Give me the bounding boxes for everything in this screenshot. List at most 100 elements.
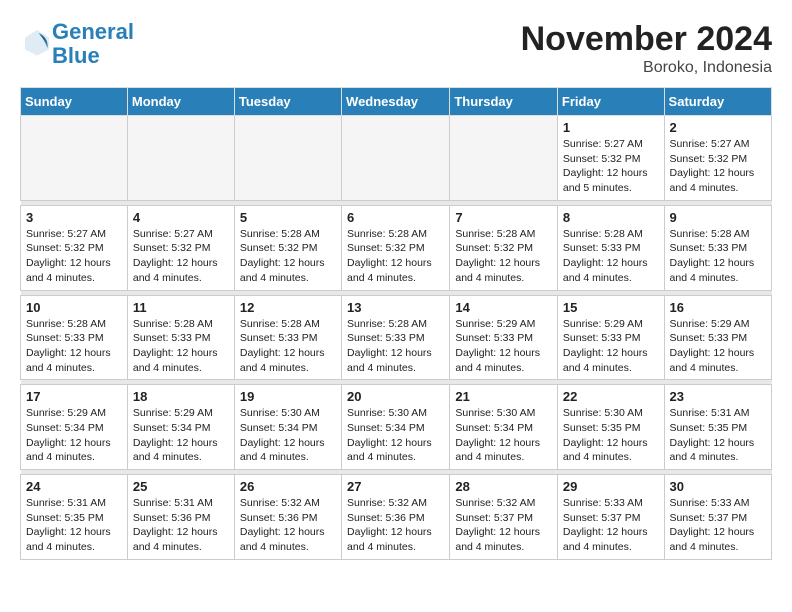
weekday-header-friday: Friday (557, 88, 664, 116)
calendar-cell (21, 116, 128, 201)
week-row-1: 1 Sunrise: 5:27 AMSunset: 5:32 PMDaylight… (21, 116, 772, 201)
day-number: 23 (670, 389, 766, 404)
calendar-cell: 30 Sunrise: 5:33 AMSunset: 5:37 PMDayligh… (664, 475, 771, 560)
day-info: Sunrise: 5:32 AMSunset: 5:36 PMDaylight:… (240, 496, 336, 555)
day-number: 4 (133, 210, 229, 225)
calendar-cell: 12Sunrise: 5:28 AMSunset: 5:33 PMDayligh… (234, 295, 341, 380)
weekday-header-thursday: Thursday (450, 88, 558, 116)
day-number: 30 (670, 479, 766, 494)
day-info: Sunrise: 5:32 AMSunset: 5:36 PMDaylight:… (347, 496, 444, 555)
logo: GeneralBlue (20, 20, 134, 68)
day-info: Sunrise: 5:27 AMSunset: 5:32 PMDaylight:… (563, 137, 659, 196)
day-info: Sunrise: 5:30 AMSunset: 5:34 PMDaylight:… (347, 406, 444, 465)
day-info: Sunrise: 5:32 AMSunset: 5:37 PMDaylight:… (455, 496, 552, 555)
month-title: November 2024 (521, 20, 772, 59)
day-number: 10 (26, 300, 122, 315)
day-info: Sunrise: 5:28 AMSunset: 5:32 PMDaylight:… (240, 227, 336, 286)
day-info: Sunrise: 5:30 AMSunset: 5:34 PMDaylight:… (455, 406, 552, 465)
day-number: 16 (670, 300, 766, 315)
weekday-header-row: SundayMondayTuesdayWednesdayThursdayFrid… (21, 88, 772, 116)
calendar-cell: 28 Sunrise: 5:32 AMSunset: 5:37 PMDayligh… (450, 475, 558, 560)
day-number: 15 (563, 300, 659, 315)
day-number: 1 (563, 120, 659, 135)
week-row-4: 17 Sunrise: 5:29 AMSunset: 5:34 PMDayligh… (21, 385, 772, 470)
calendar-cell: 18Sunrise: 5:29 AMSunset: 5:34 PMDayligh… (127, 385, 234, 470)
calendar-cell: 22 Sunrise: 5:30 AMSunset: 5:35 PMDayligh… (557, 385, 664, 470)
day-number: 24 (26, 479, 122, 494)
day-info: Sunrise: 5:27 AMSunset: 5:32 PMDaylight:… (670, 137, 766, 196)
day-number: 14 (455, 300, 552, 315)
day-info: Sunrise: 5:28 AMSunset: 5:33 PMDaylight:… (26, 317, 122, 376)
day-info: Sunrise: 5:28 AMSunset: 5:33 PMDaylight:… (347, 317, 444, 376)
calendar-cell: 1 Sunrise: 5:27 AMSunset: 5:32 PMDaylight… (557, 116, 664, 201)
calendar-cell: 2 Sunrise: 5:27 AMSunset: 5:32 PMDaylight… (664, 116, 771, 201)
day-info: Sunrise: 5:30 AMSunset: 5:35 PMDaylight:… (563, 406, 659, 465)
day-info: Sunrise: 5:33 AMSunset: 5:37 PMDaylight:… (563, 496, 659, 555)
calendar-cell (342, 116, 450, 201)
day-info: Sunrise: 5:28 AMSunset: 5:32 PMDaylight:… (347, 227, 444, 286)
weekday-header-monday: Monday (127, 88, 234, 116)
day-number: 3 (26, 210, 122, 225)
title-block: November 2024 Boroko, Indonesia (521, 20, 772, 77)
day-number: 22 (563, 389, 659, 404)
day-number: 17 (26, 389, 122, 404)
calendar-cell: 23 Sunrise: 5:31 AMSunset: 5:35 PMDayligh… (664, 385, 771, 470)
calendar-cell: 26Sunrise: 5:32 AMSunset: 5:36 PMDayligh… (234, 475, 341, 560)
day-info: Sunrise: 5:28 AMSunset: 5:33 PMDaylight:… (563, 227, 659, 286)
calendar-cell: 6 Sunrise: 5:28 AMSunset: 5:32 PMDaylight… (342, 205, 450, 290)
calendar-cell: 21Sunrise: 5:30 AMSunset: 5:34 PMDayligh… (450, 385, 558, 470)
day-info: Sunrise: 5:30 AMSunset: 5:34 PMDaylight:… (240, 406, 336, 465)
weekday-header-sunday: Sunday (21, 88, 128, 116)
calendar-cell: 9Sunrise: 5:28 AMSunset: 5:33 PMDaylight… (664, 205, 771, 290)
day-info: Sunrise: 5:27 AMSunset: 5:32 PMDaylight:… (26, 227, 122, 286)
day-info: Sunrise: 5:31 AMSunset: 5:35 PMDaylight:… (26, 496, 122, 555)
day-number: 18 (133, 389, 229, 404)
day-number: 9 (670, 210, 766, 225)
logo-text: GeneralBlue (52, 20, 134, 68)
calendar-cell (234, 116, 341, 201)
day-info: Sunrise: 5:29 AMSunset: 5:33 PMDaylight:… (455, 317, 552, 376)
calendar-cell: 5 Sunrise: 5:28 AMSunset: 5:32 PMDaylight… (234, 205, 341, 290)
day-info: Sunrise: 5:28 AMSunset: 5:32 PMDaylight:… (455, 227, 552, 286)
calendar-cell: 14 Sunrise: 5:29 AMSunset: 5:33 PMDayligh… (450, 295, 558, 380)
calendar-cell: 19 Sunrise: 5:30 AMSunset: 5:34 PMDayligh… (234, 385, 341, 470)
calendar-cell: 4 Sunrise: 5:27 AMSunset: 5:32 PMDaylight… (127, 205, 234, 290)
day-number: 20 (347, 389, 444, 404)
day-number: 2 (670, 120, 766, 135)
calendar-cell: 11Sunrise: 5:28 AMSunset: 5:33 PMDayligh… (127, 295, 234, 380)
calendar-cell: 29 Sunrise: 5:33 AMSunset: 5:37 PMDayligh… (557, 475, 664, 560)
page-header: GeneralBlue November 2024 Boroko, Indone… (20, 20, 772, 77)
calendar-table: SundayMondayTuesdayWednesdayThursdayFrid… (20, 87, 772, 560)
calendar-cell: 24 Sunrise: 5:31 AMSunset: 5:35 PMDayligh… (21, 475, 128, 560)
day-info: Sunrise: 5:33 AMSunset: 5:37 PMDaylight:… (670, 496, 766, 555)
calendar-cell: 27 Sunrise: 5:32 AMSunset: 5:36 PMDayligh… (342, 475, 450, 560)
day-info: Sunrise: 5:29 AMSunset: 5:34 PMDaylight:… (26, 406, 122, 465)
calendar-cell: 7 Sunrise: 5:28 AMSunset: 5:32 PMDaylight… (450, 205, 558, 290)
day-number: 7 (455, 210, 552, 225)
week-row-5: 24 Sunrise: 5:31 AMSunset: 5:35 PMDayligh… (21, 475, 772, 560)
week-row-3: 10 Sunrise: 5:28 AMSunset: 5:33 PMDayligh… (21, 295, 772, 380)
day-info: Sunrise: 5:29 AMSunset: 5:33 PMDaylight:… (563, 317, 659, 376)
day-info: Sunrise: 5:29 AMSunset: 5:33 PMDaylight:… (670, 317, 766, 376)
calendar-cell (450, 116, 558, 201)
calendar-cell: 25Sunrise: 5:31 AMSunset: 5:36 PMDayligh… (127, 475, 234, 560)
day-number: 8 (563, 210, 659, 225)
weekday-header-tuesday: Tuesday (234, 88, 341, 116)
calendar-cell: 15 Sunrise: 5:29 AMSunset: 5:33 PMDayligh… (557, 295, 664, 380)
day-info: Sunrise: 5:27 AMSunset: 5:32 PMDaylight:… (133, 227, 229, 286)
day-number: 27 (347, 479, 444, 494)
calendar-cell: 3 Sunrise: 5:27 AMSunset: 5:32 PMDaylight… (21, 205, 128, 290)
day-number: 5 (240, 210, 336, 225)
day-info: Sunrise: 5:31 AMSunset: 5:35 PMDaylight:… (670, 406, 766, 465)
location: Boroko, Indonesia (521, 59, 772, 77)
day-info: Sunrise: 5:28 AMSunset: 5:33 PMDaylight:… (133, 317, 229, 376)
day-number: 19 (240, 389, 336, 404)
logo-icon (22, 27, 52, 57)
day-number: 6 (347, 210, 444, 225)
calendar-cell: 17 Sunrise: 5:29 AMSunset: 5:34 PMDayligh… (21, 385, 128, 470)
day-number: 29 (563, 479, 659, 494)
calendar-cell: 13 Sunrise: 5:28 AMSunset: 5:33 PMDayligh… (342, 295, 450, 380)
day-number: 13 (347, 300, 444, 315)
day-number: 28 (455, 479, 552, 494)
weekday-header-saturday: Saturday (664, 88, 771, 116)
